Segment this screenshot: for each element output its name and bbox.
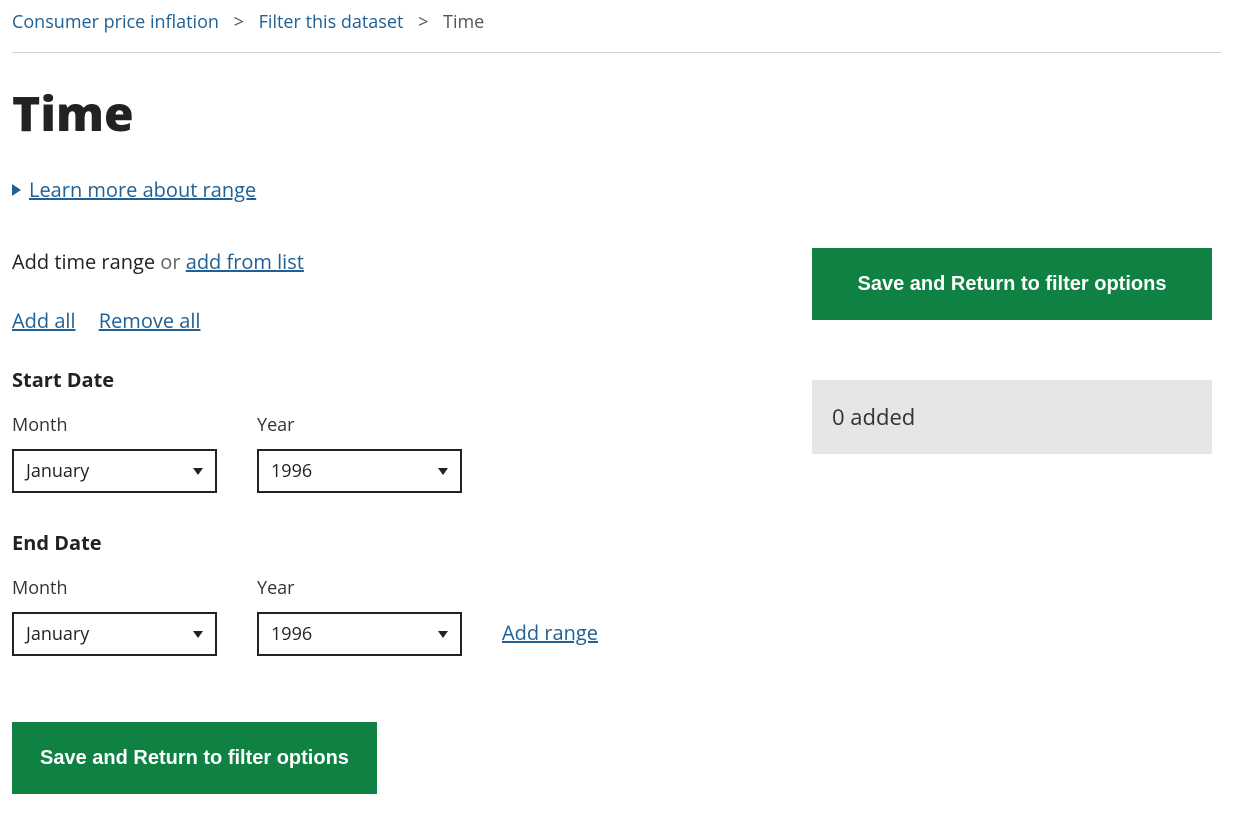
chevron-down-icon bbox=[438, 631, 448, 638]
save-return-button-bottom[interactable]: Save and Return to filter options bbox=[12, 722, 377, 794]
breadcrumb-link-filter[interactable]: Filter this dataset bbox=[259, 10, 404, 34]
start-month-select[interactable]: January bbox=[12, 449, 217, 493]
end-year-select[interactable]: 1996 bbox=[257, 612, 462, 656]
start-year-select[interactable]: 1996 bbox=[257, 449, 462, 493]
end-month-value: January bbox=[26, 622, 89, 646]
end-month-label: Month bbox=[12, 576, 217, 600]
remove-all-link[interactable]: Remove all bbox=[99, 307, 201, 334]
start-month-value: January bbox=[26, 459, 89, 483]
triangle-right-icon bbox=[12, 184, 21, 196]
add-from-list-link[interactable]: add from list bbox=[186, 248, 304, 275]
start-year-label: Year bbox=[257, 413, 462, 437]
start-date-row: Month January Year 1996 bbox=[12, 413, 732, 493]
add-all-link[interactable]: Add all bbox=[12, 307, 76, 334]
bulk-action-links: Add all Remove all bbox=[12, 307, 732, 334]
add-range-link[interactable]: Add range bbox=[502, 619, 598, 646]
learn-more-toggle[interactable]: Learn more about range bbox=[12, 176, 256, 203]
added-count-box: 0 added bbox=[812, 380, 1212, 454]
added-count-text: 0 added bbox=[832, 402, 915, 432]
save-return-button-side[interactable]: Save and Return to filter options bbox=[812, 248, 1212, 320]
chevron-down-icon bbox=[193, 631, 203, 638]
chevron-right-icon: > bbox=[418, 10, 428, 34]
end-date-row: Month January Year 1996 Add range bbox=[12, 576, 732, 656]
chevron-down-icon bbox=[438, 468, 448, 475]
breadcrumb-link-dataset[interactable]: Consumer price inflation bbox=[12, 10, 219, 34]
breadcrumb-current: Time bbox=[443, 10, 484, 34]
sidebar-column: Save and Return to filter options 0 adde… bbox=[812, 248, 1212, 454]
chevron-down-icon bbox=[193, 468, 203, 475]
learn-more-label: Learn more about range bbox=[29, 176, 256, 203]
end-month-select[interactable]: January bbox=[12, 612, 217, 656]
end-year-value: 1996 bbox=[271, 622, 312, 646]
end-year-label: Year bbox=[257, 576, 462, 600]
chevron-right-icon: > bbox=[234, 10, 244, 34]
main-form-column: Add time range or add from list Add all … bbox=[12, 248, 732, 794]
or-text: or bbox=[160, 248, 180, 275]
add-time-range-label: Add time range bbox=[12, 248, 155, 275]
start-date-label: Start Date bbox=[12, 366, 732, 393]
breadcrumb: Consumer price inflation > Filter this d… bbox=[12, 10, 1221, 53]
start-year-value: 1996 bbox=[271, 459, 312, 483]
page-title: Time bbox=[12, 81, 1221, 146]
end-date-label: End Date bbox=[12, 529, 732, 556]
start-month-label: Month bbox=[12, 413, 217, 437]
add-time-range-line: Add time range or add from list bbox=[12, 248, 732, 275]
